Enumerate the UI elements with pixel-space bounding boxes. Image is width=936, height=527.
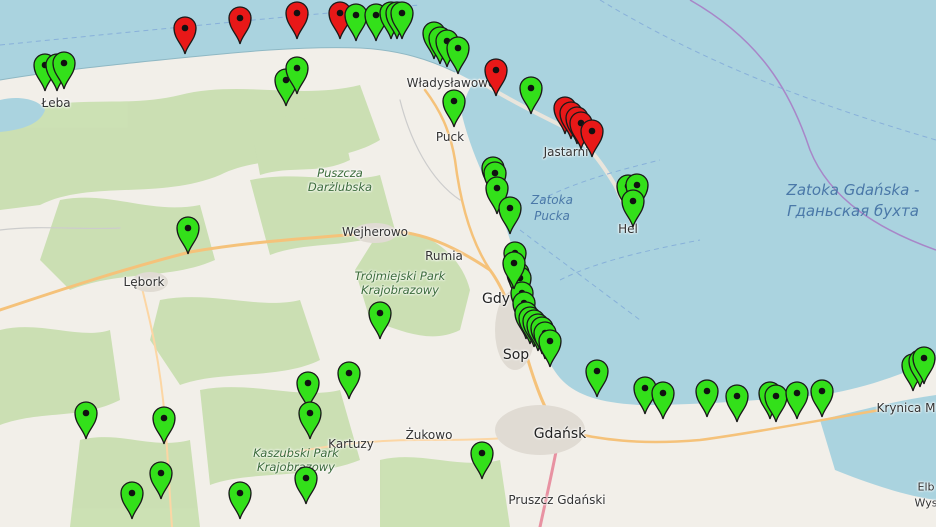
ok-map-pin-icon[interactable]	[151, 405, 177, 445]
ok-map-pin-icon[interactable]	[620, 188, 646, 228]
label-puck: Puck	[435, 130, 465, 144]
ok-map-pin-icon[interactable]	[650, 380, 676, 420]
ok-map-pin-icon[interactable]	[445, 35, 471, 75]
alert-map-pin-icon[interactable]	[227, 5, 253, 45]
label-zatoka-pucka: Zatoka Pucka	[531, 193, 573, 223]
ok-map-pin-icon[interactable]	[497, 195, 523, 235]
ok-map-pin-icon[interactable]	[724, 383, 750, 423]
label-puszcza: Puszcza Darżlubska	[307, 166, 373, 194]
ok-map-pin-icon[interactable]	[694, 378, 720, 418]
ok-map-pin-icon[interactable]	[518, 75, 544, 115]
ok-map-pin-icon[interactable]	[73, 400, 99, 440]
ok-map-pin-icon[interactable]	[293, 465, 319, 505]
ok-map-pin-icon[interactable]	[501, 250, 527, 290]
label-rumia: Rumia	[425, 249, 463, 263]
label-elb: Elb	[917, 480, 935, 494]
ok-map-pin-icon[interactable]	[441, 88, 467, 128]
ok-map-pin-icon[interactable]	[469, 440, 495, 480]
label-krynica: Krynica M	[876, 401, 936, 415]
label-pruszcz: Pruszcz Gdański	[508, 493, 606, 507]
label-zatoka-gdanska: Zatoka Gdańska - Гданьская бухта	[786, 181, 920, 220]
ok-map-pin-icon[interactable]	[911, 345, 936, 385]
ok-map-pin-icon[interactable]	[175, 215, 201, 255]
ok-map-pin-icon[interactable]	[367, 300, 393, 340]
label-lebork: Lębork	[123, 275, 165, 289]
ok-map-pin-icon[interactable]	[148, 460, 174, 500]
label-leba: Łeba	[41, 96, 71, 110]
label-tpk: Trójmiejski Park Krajobrazowy	[354, 269, 446, 297]
label-gdansk: Gdańsk	[533, 426, 587, 442]
alert-map-pin-icon[interactable]	[172, 15, 198, 55]
ok-map-pin-icon[interactable]	[784, 380, 810, 420]
alert-map-pin-icon[interactable]	[284, 0, 310, 40]
alert-map-pin-icon[interactable]	[579, 118, 605, 158]
ok-map-pin-icon[interactable]	[51, 50, 77, 90]
ok-map-pin-icon[interactable]	[119, 480, 145, 520]
ok-map-pin-icon[interactable]	[297, 400, 323, 440]
ok-map-pin-icon[interactable]	[389, 0, 415, 40]
label-wejherowo: Wejherowo	[341, 225, 409, 239]
ok-map-pin-icon[interactable]	[584, 358, 610, 398]
ok-map-pin-icon[interactable]	[284, 55, 310, 95]
label-wys: Wys	[914, 496, 936, 510]
ok-map-pin-icon[interactable]	[227, 480, 253, 520]
map-canvas[interactable]: Łeba Władysławowo Puck Jastarni Hel Pusz…	[0, 0, 936, 527]
ok-map-pin-icon[interactable]	[537, 328, 563, 368]
label-zukowo: Żukowo	[405, 428, 453, 442]
alert-map-pin-icon[interactable]	[483, 57, 509, 97]
ok-map-pin-icon[interactable]	[336, 360, 362, 400]
ok-map-pin-icon[interactable]	[809, 378, 835, 418]
